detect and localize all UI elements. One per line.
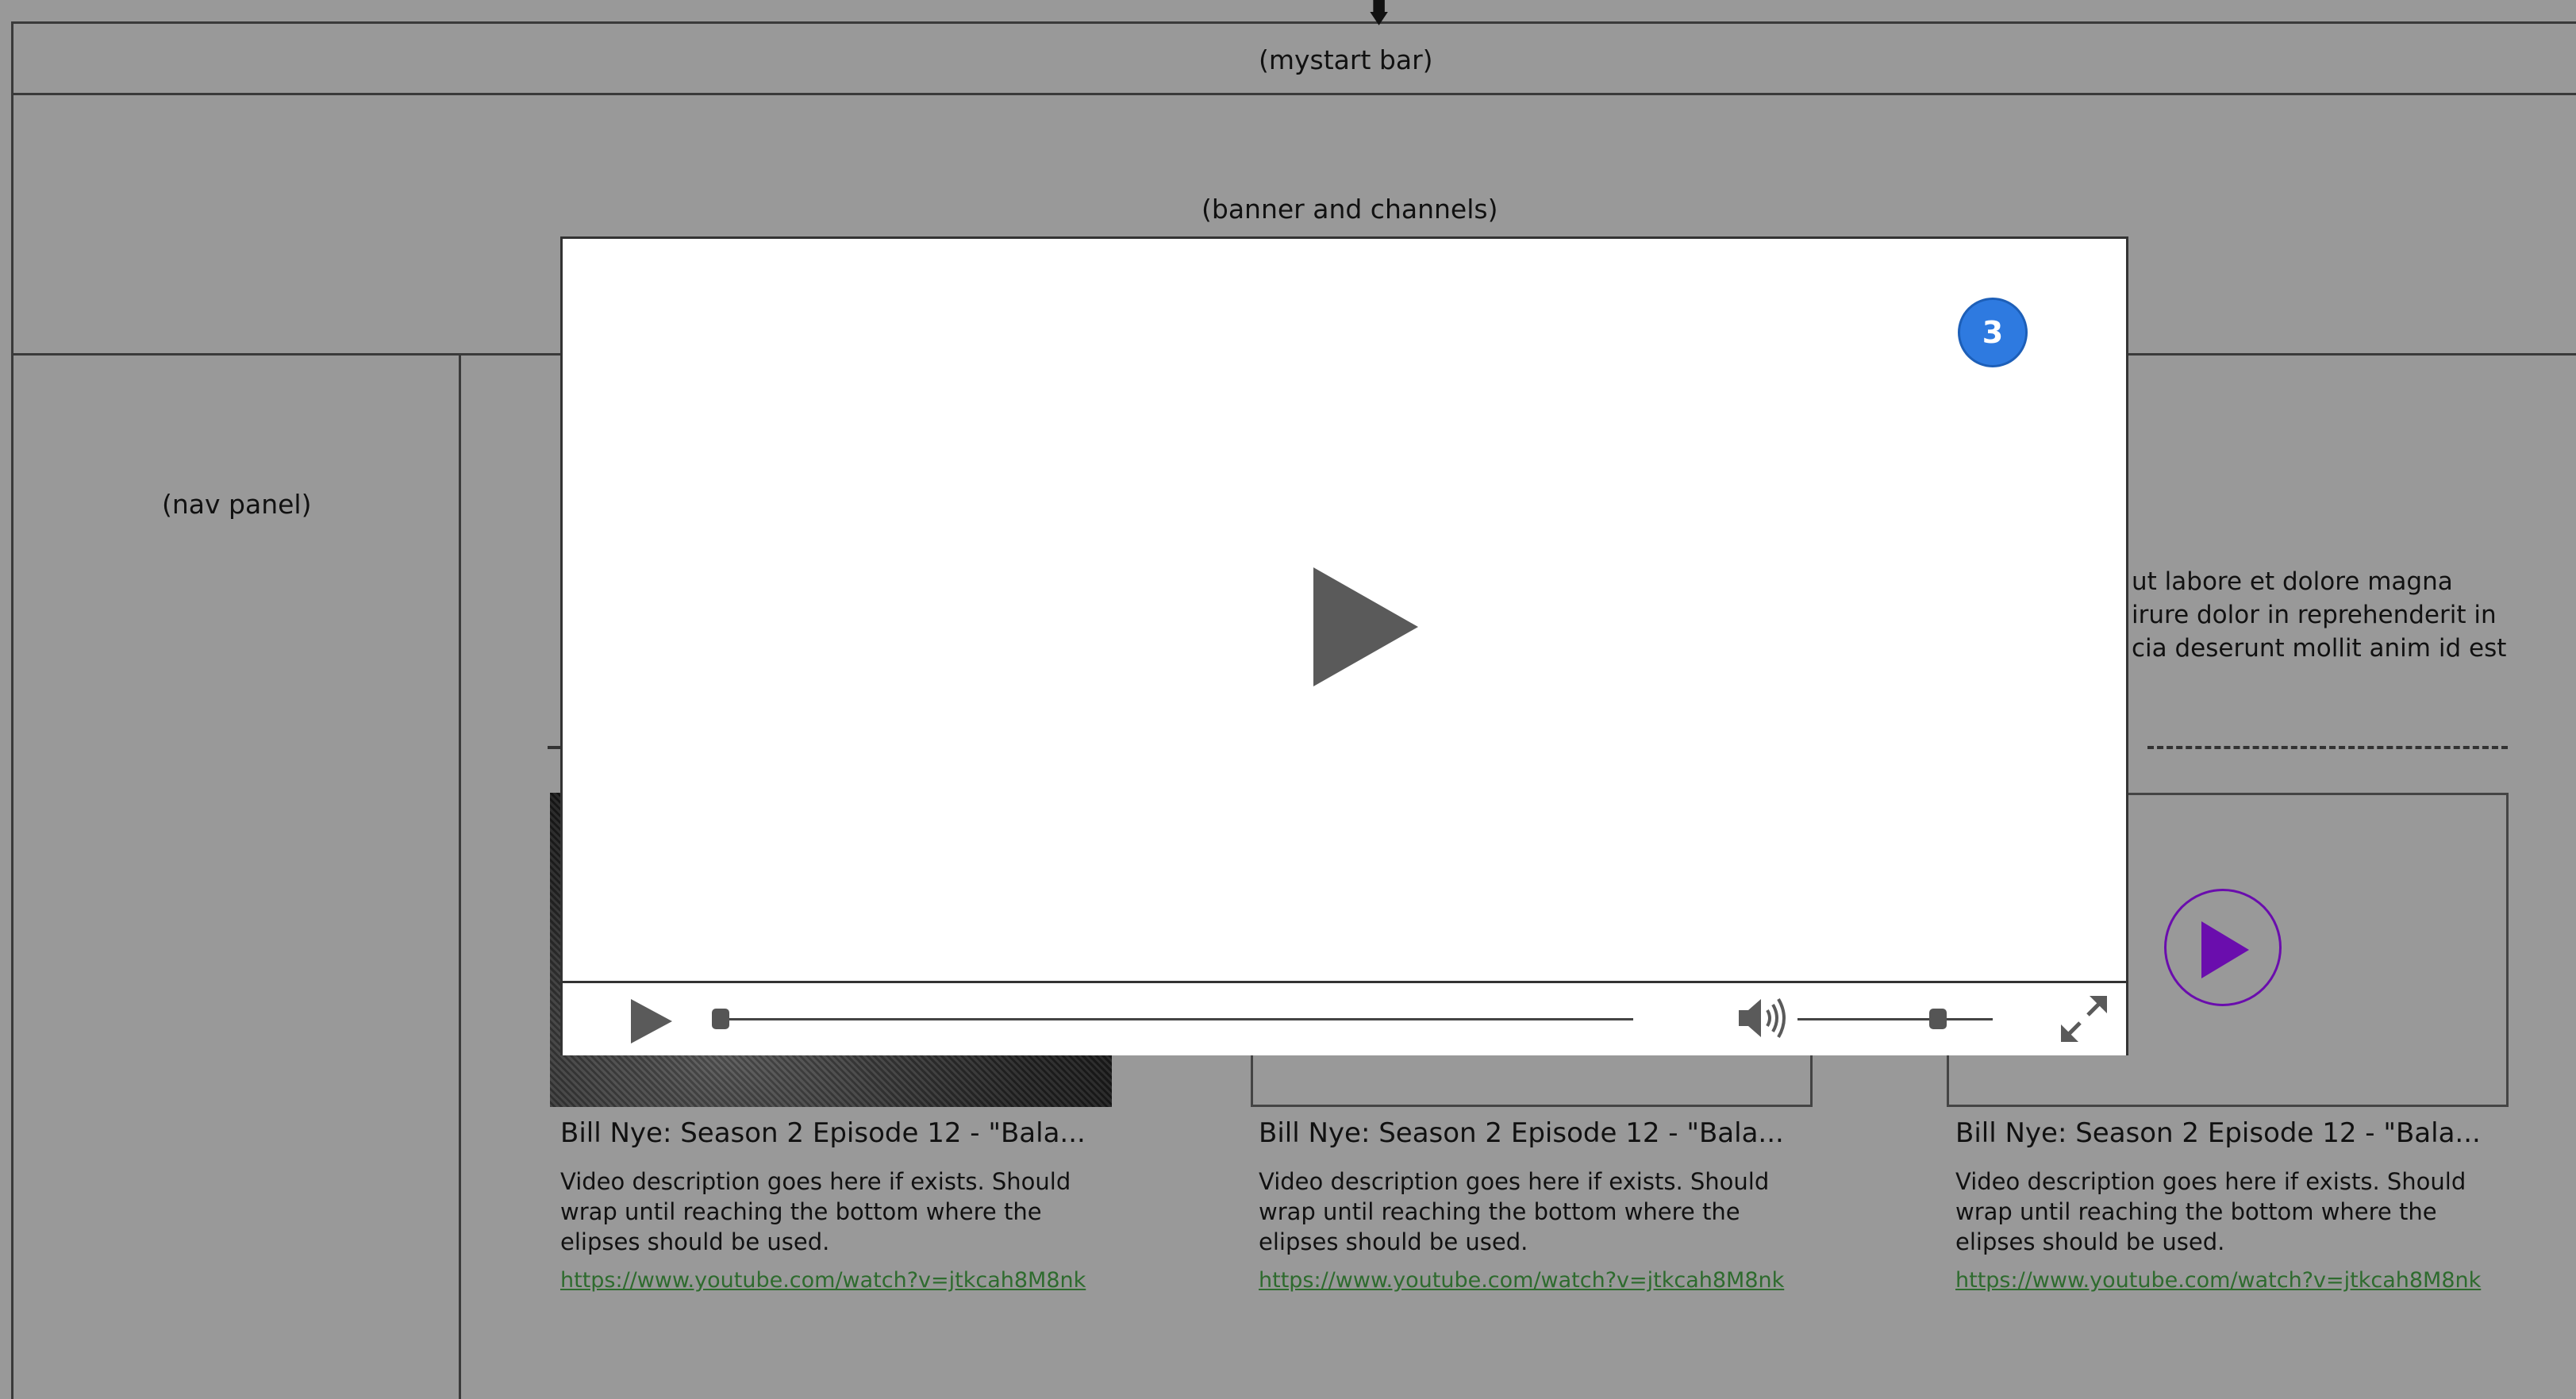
mystart-bar-label: (mystart bar): [1259, 44, 1433, 75]
seek-bar[interactable]: [719, 1018, 1633, 1020]
nav-panel-label: (nav panel): [162, 489, 312, 520]
banner-label: (banner and channels): [1201, 194, 1498, 225]
volume-handle[interactable]: [1929, 1009, 1947, 1029]
frame-top-line: [11, 21, 2576, 24]
video-player-modal[interactable]: 3: [560, 236, 2128, 1055]
play-icon: [2201, 921, 2249, 978]
video-description: Video description goes here if exists. S…: [1955, 1168, 2466, 1255]
fullscreen-button[interactable]: [2059, 994, 2109, 1047]
background-text-line: cia deserunt mollit anim id est: [2132, 634, 2507, 663]
play-icon: [1313, 567, 1418, 686]
volume-icon: [1739, 997, 1786, 1039]
mystart-bar-bottom-line: [11, 93, 2576, 95]
frame-left-line: [11, 21, 13, 1399]
background-text-line: ut labore et dolore magna: [2132, 567, 2453, 596]
big-play-button[interactable]: [1310, 566, 1421, 691]
video-title[interactable]: Bill Nye: Season 2 Episode 12 - "Bala...: [1955, 1117, 2481, 1149]
video-description: Video description goes here if exists. S…: [560, 1168, 1071, 1255]
thumbnail-play-button[interactable]: [2164, 889, 2282, 1006]
seek-handle[interactable]: [712, 1009, 729, 1029]
volume-slider[interactable]: [1797, 1018, 1993, 1020]
cursor-arrow-icon: ⮯: [1367, 0, 1390, 30]
fullscreen-icon: [2061, 996, 2107, 1042]
step-badge: 3: [1958, 298, 2028, 367]
nav-panel-divider: [459, 353, 461, 1399]
video-title[interactable]: Bill Nye: Season 2 Episode 12 - "Bala...: [1259, 1117, 1784, 1149]
video-link[interactable]: https://www.youtube.com/watch?v=jtkcah8M…: [1955, 1268, 2481, 1293]
video-description: Video description goes here if exists. S…: [1259, 1168, 1770, 1255]
video-title[interactable]: Bill Nye: Season 2 Episode 12 - "Bala...: [560, 1117, 1086, 1149]
video-link[interactable]: https://www.youtube.com/watch?v=jtkcah8M…: [560, 1268, 1086, 1293]
section-divider-left: [548, 746, 560, 749]
video-link[interactable]: https://www.youtube.com/watch?v=jtkcah8M…: [1259, 1268, 1784, 1293]
background-text-line: irure dolor in reprehenderit in: [2132, 601, 2497, 629]
player-controls: [563, 981, 2126, 1055]
section-divider-right: [2147, 746, 2508, 749]
play-icon: [631, 999, 672, 1043]
volume-button[interactable]: [1737, 994, 1790, 1045]
control-play-button[interactable]: [629, 997, 674, 1048]
